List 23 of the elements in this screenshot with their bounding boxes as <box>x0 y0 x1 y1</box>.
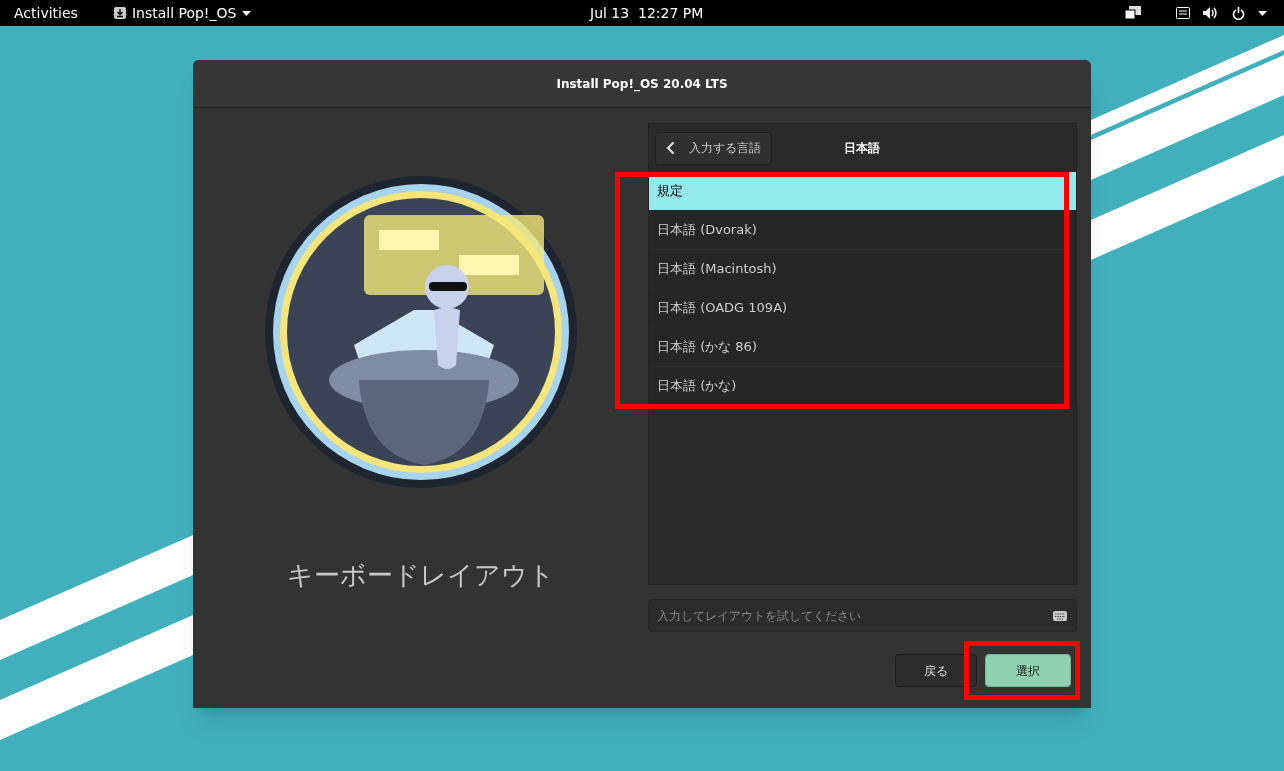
step-title: キーボードレイアウト <box>286 559 555 592</box>
caret-icon[interactable] <box>1258 10 1267 16</box>
layout-list-item[interactable]: 日本語 (かな) <box>649 367 1076 405</box>
layout-list-item[interactable]: 日本語 (Dvorak) <box>649 211 1076 249</box>
clock[interactable]: Jul 13 12:27 PM <box>590 2 704 24</box>
app-menu-label: Install Pop!_OS <box>131 3 237 23</box>
window-title: Install Pop!_OS 20.04 LTS <box>556 75 728 93</box>
volume-icon[interactable] <box>1202 6 1218 20</box>
layout-list-item[interactable]: 日本語 (Macintosh) <box>649 250 1076 288</box>
layout-test-field[interactable]: 入力してレイアウトを試してください <box>648 599 1077 632</box>
power-icon[interactable] <box>1232 6 1245 20</box>
activities-button[interactable]: Activities <box>14 2 78 24</box>
back-label: 入力する言語 <box>689 140 761 157</box>
chevron-left-icon <box>666 141 675 155</box>
download-icon <box>113 7 126 19</box>
app-menu[interactable]: Install Pop!_OS <box>113 2 252 24</box>
layout-list-item[interactable]: 日本語 (OADG 109A) <box>649 289 1076 327</box>
panel-heading: 日本語 <box>844 140 880 157</box>
select-button[interactable]: 選択 <box>985 654 1071 687</box>
layout-list-item[interactable]: 日本語 (かな 86) <box>649 328 1076 366</box>
back-button[interactable]: 戻る <box>895 654 977 687</box>
back-button[interactable]: 入力する言語 <box>655 131 772 165</box>
caret-icon <box>242 10 252 16</box>
